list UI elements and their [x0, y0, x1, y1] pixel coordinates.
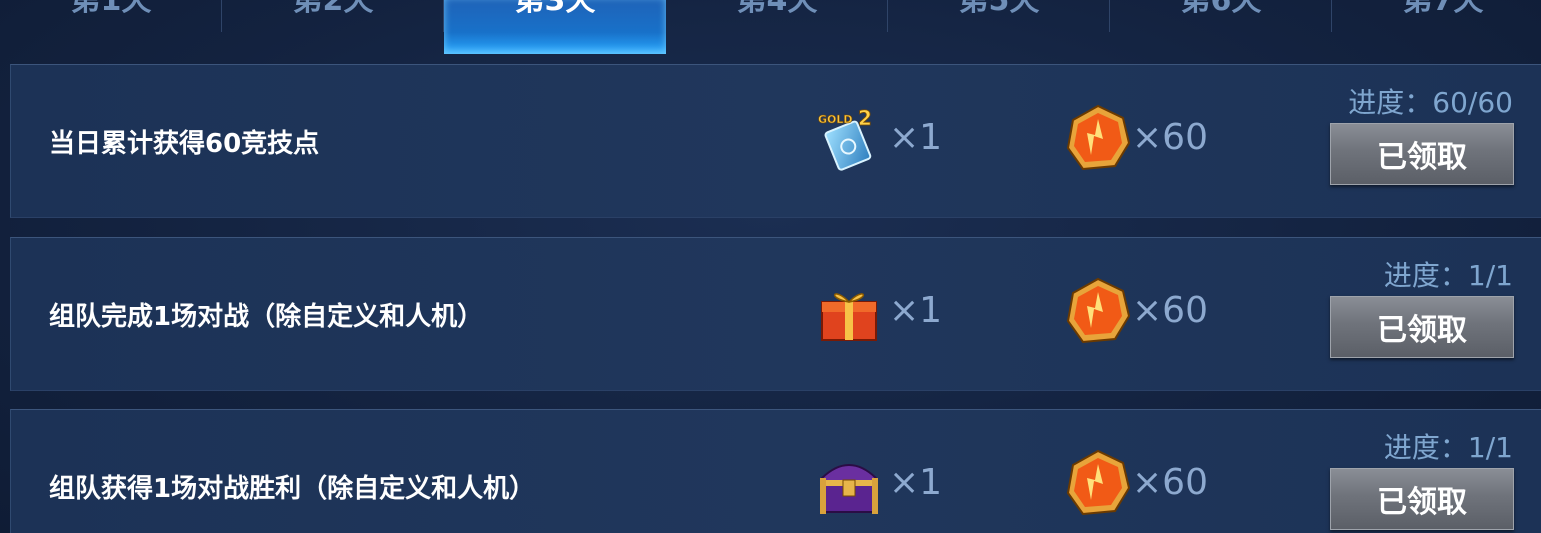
task-title: 组队完成1场对战（除自定义和人机）	[49, 302, 484, 332]
tab-label: 第5天	[958, 0, 1040, 18]
tab-label: 第2天	[292, 0, 374, 18]
reward-quantity: ×1	[889, 290, 943, 331]
progress-text: 进度：60/60	[1348, 86, 1513, 119]
svg-text:2: 2	[858, 106, 872, 130]
tab-day-7[interactable]: 第7天	[1332, 0, 1541, 54]
day-tabs: 第1天 第2天 第3天 第4天 第5天 第6天 第7天	[0, 0, 1541, 54]
task-row: 组队完成1场对战（除自定义和人机） ×1 ×60 进度：1/1 已领取	[10, 237, 1541, 391]
svg-text:GOLD: GOLD	[818, 113, 853, 126]
tab-day-4[interactable]: 第4天	[666, 0, 888, 54]
gift-box-icon	[821, 293, 877, 341]
tab-label: 第6天	[1180, 0, 1262, 18]
tab-label: 第1天	[70, 0, 152, 18]
daily-tasks-panel: 第1天 第2天 第3天 第4天 第5天 第6天 第7天 当日累计获得60竞技点 …	[0, 0, 1541, 533]
reward-quantity: ×1	[889, 117, 943, 158]
task-row: 当日累计获得60竞技点 GOLD 2 ×1 ×60 进度：60/60 已领取	[10, 64, 1541, 218]
reward-quantity: ×1	[889, 462, 943, 503]
claimed-button[interactable]: 已领取	[1330, 123, 1514, 185]
task-title: 当日累计获得60竞技点	[49, 129, 320, 159]
gold-card-icon: GOLD 2	[818, 106, 872, 171]
orange-gem-icon	[1066, 449, 1131, 516]
claimed-button[interactable]: 已领取	[1330, 296, 1514, 358]
claimed-button[interactable]: 已领取	[1330, 468, 1514, 530]
orange-gem-icon	[1066, 277, 1131, 344]
tab-day-6[interactable]: 第6天	[1110, 0, 1332, 54]
reward-quantity: ×60	[1132, 290, 1208, 331]
tab-label: 第3天	[514, 0, 596, 18]
tab-label: 第4天	[736, 0, 818, 18]
tab-day-1[interactable]: 第1天	[0, 0, 222, 54]
task-title: 组队获得1场对战胜利（除自定义和人机）	[49, 474, 536, 504]
reward-quantity: ×60	[1132, 462, 1208, 503]
progress-text: 进度：1/1	[1383, 259, 1513, 292]
tab-label: 第7天	[1402, 0, 1484, 18]
treasure-chest-icon	[820, 464, 878, 514]
progress-text: 进度：1/1	[1383, 431, 1513, 464]
tab-day-5[interactable]: 第5天	[888, 0, 1110, 54]
tab-day-3[interactable]: 第3天	[444, 0, 666, 54]
reward-quantity: ×60	[1132, 117, 1208, 158]
orange-gem-icon	[1066, 104, 1131, 171]
task-row: 组队获得1场对战胜利（除自定义和人机） ×1 ×60 进度：1/1 已领取	[10, 409, 1541, 533]
tab-day-2[interactable]: 第2天	[222, 0, 444, 54]
